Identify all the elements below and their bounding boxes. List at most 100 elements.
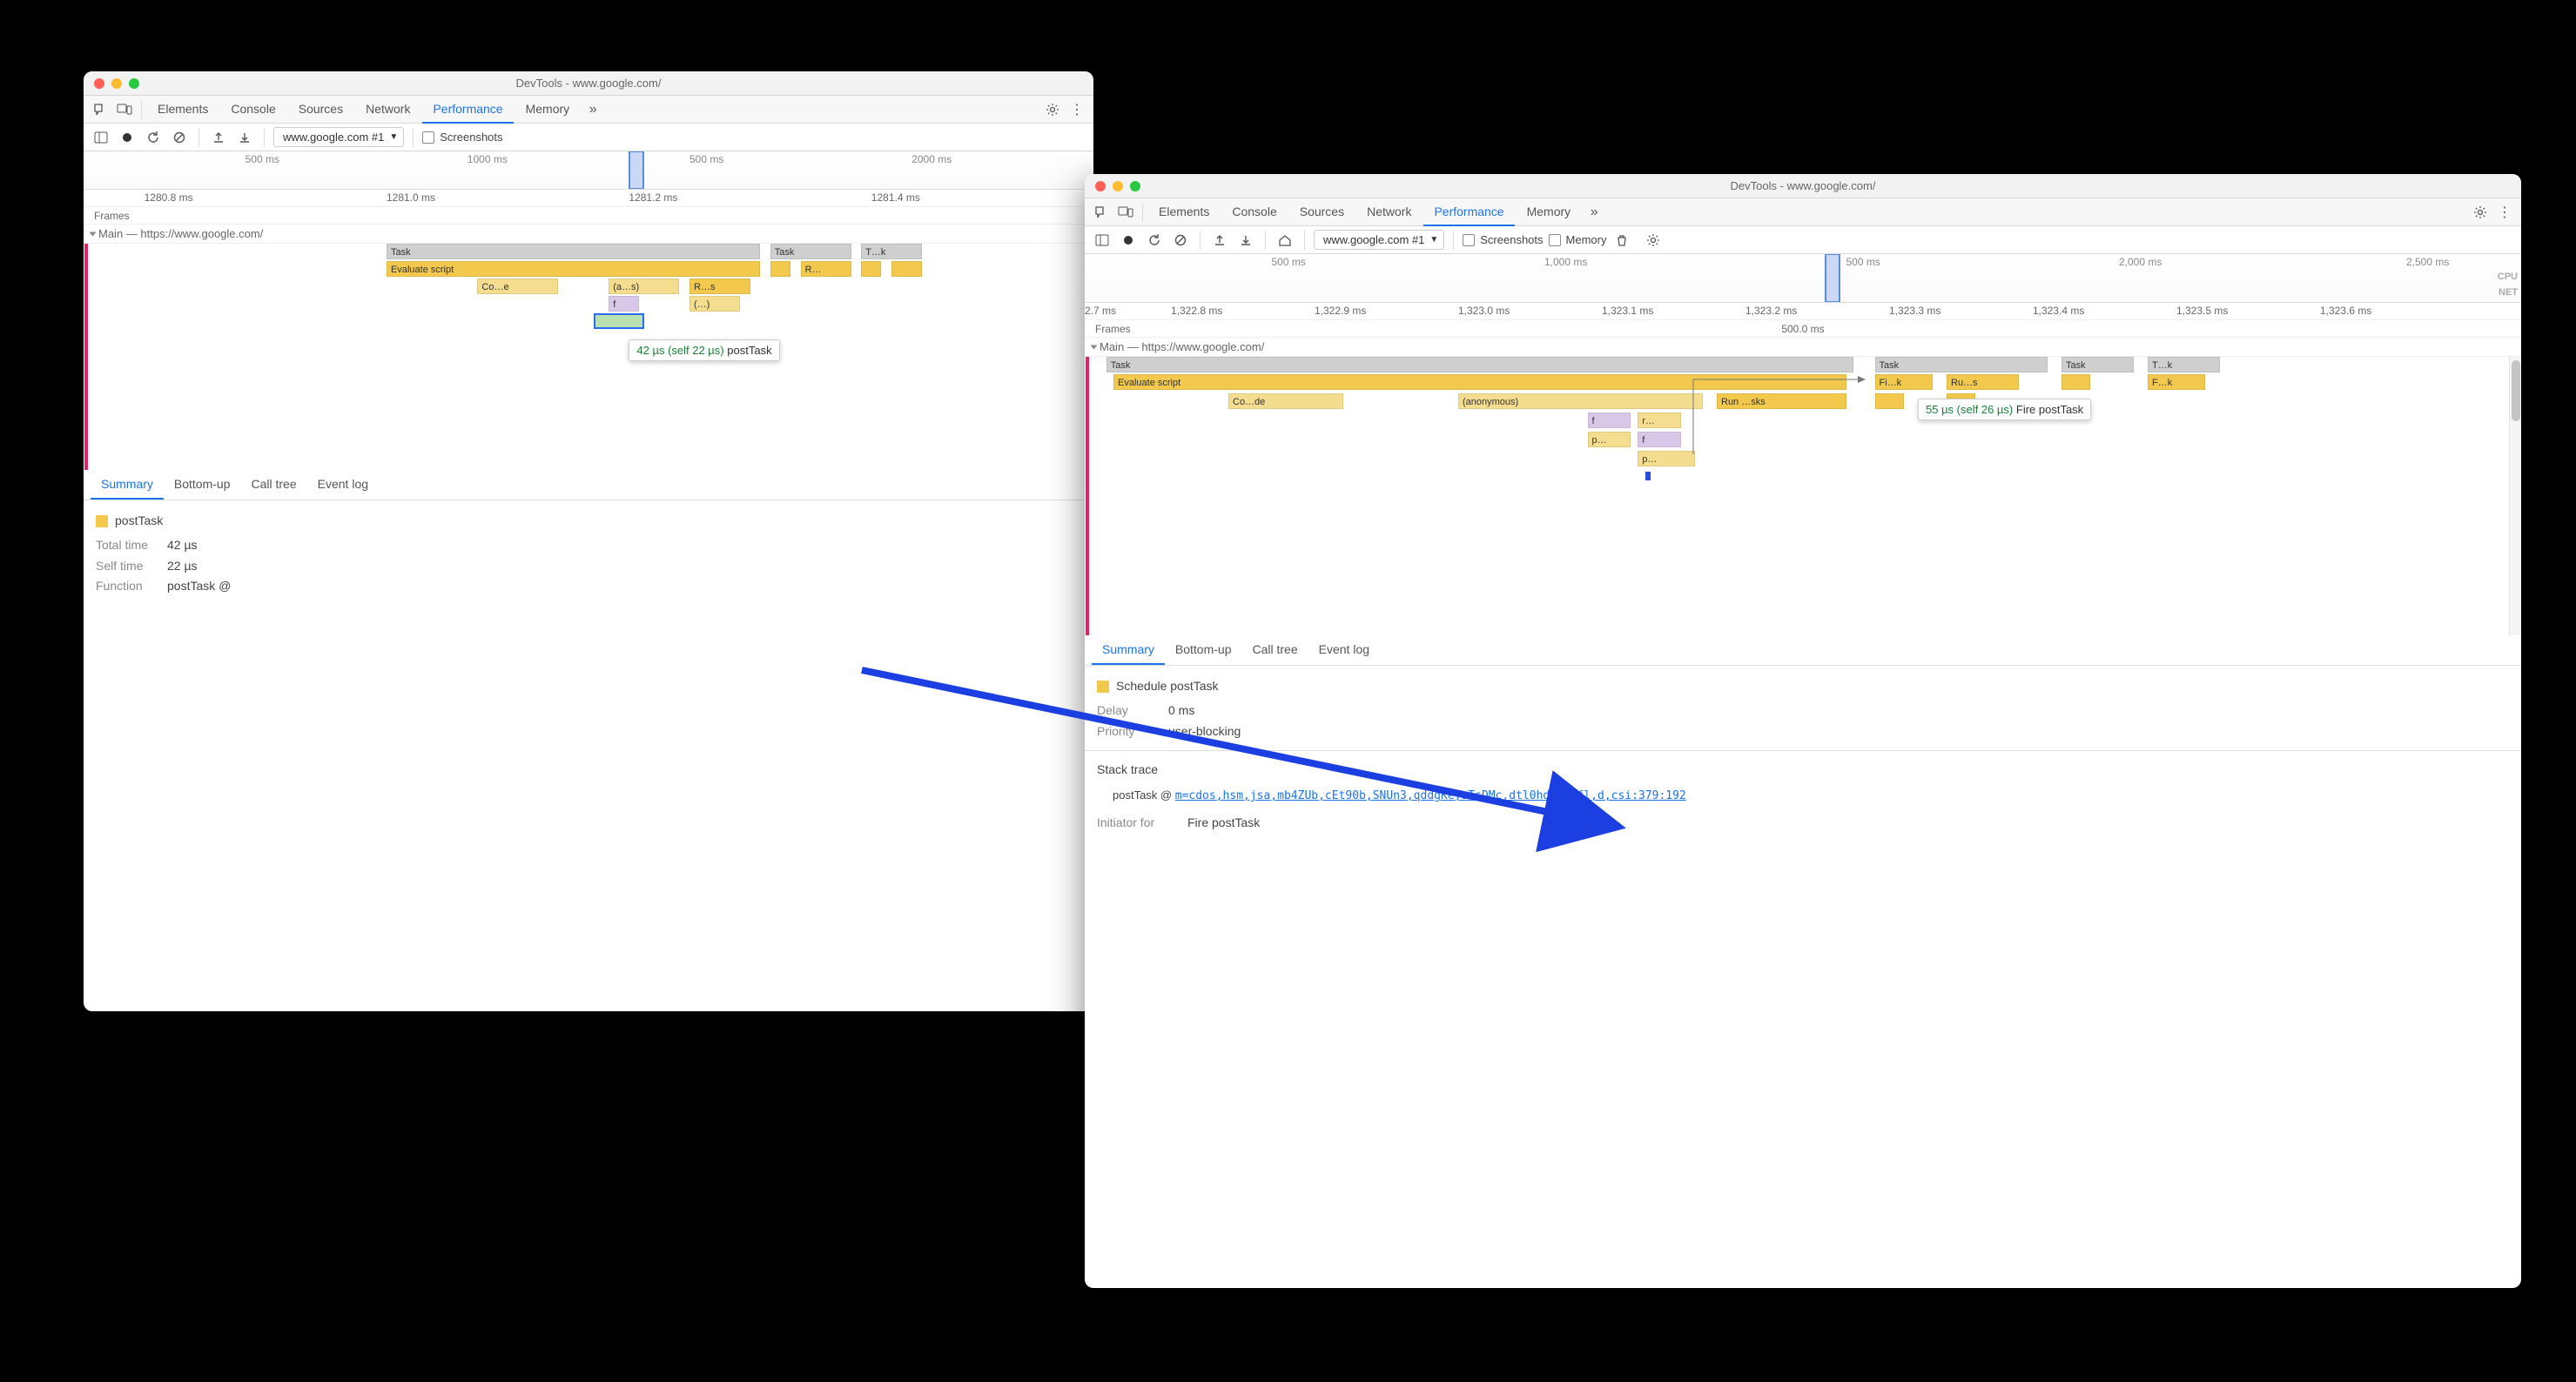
screenshots-checkbox[interactable]: Screenshots [1463,233,1543,246]
flame-bar[interactable]: p… [1588,432,1631,447]
gear-icon[interactable] [1643,230,1664,251]
close-icon[interactable] [94,78,104,89]
overview-ruler[interactable]: 500 ms 1000 ms 500 ms 2000 ms [84,151,1093,190]
flame-bar-selected[interactable] [594,313,644,329]
upload-icon[interactable] [1209,230,1230,251]
toggle-sidebar-icon[interactable] [1092,230,1113,251]
memory-checkbox[interactable]: Memory [1549,233,1607,246]
tab-bottom-up[interactable]: Bottom-up [1165,635,1242,665]
kebab-menu-icon[interactable]: ⋮ [1066,98,1088,121]
disclosure-triangle-icon[interactable] [1091,345,1098,349]
flame-bar-task[interactable]: T…k [861,244,922,259]
flame-chart[interactable]: Task Task Task T…k Evaluate script Fi…k … [1085,357,2521,635]
flame-bar-task[interactable]: Task [387,244,760,259]
tab-bottom-up[interactable]: Bottom-up [164,470,241,500]
flame-bar[interactable]: (…) [689,296,740,312]
time-ruler[interactable]: 1280.8 ms 1281.0 ms 1281.2 ms 1281.4 ms [84,190,1093,207]
flame-bar[interactable]: (anonymous) [1458,393,1703,409]
tab-elements[interactable]: Elements [147,96,219,124]
gear-icon[interactable] [2469,201,2492,224]
zoom-icon[interactable] [1130,181,1140,191]
tab-console[interactable]: Console [1221,198,1287,226]
tab-memory[interactable]: Memory [1517,198,1582,226]
flame-bar-task[interactable]: T…k [2148,357,2220,372]
tab-memory[interactable]: Memory [515,96,581,124]
overview-ruler[interactable]: 500 ms 1,000 ms 500 ms 2,000 ms 2,500 ms… [1085,254,2521,303]
tab-performance[interactable]: Performance [422,96,513,124]
flame-bar[interactable]: (a…s) [609,278,679,294]
stack-trace-link[interactable]: m=cdos,hsm,jsa,mb4ZUb,cEt90b,SNUn3,qddgK… [1175,789,1686,802]
toggle-sidebar-icon[interactable] [91,127,111,148]
flame-bar-task[interactable]: Task [1875,357,2048,372]
record-icon[interactable] [1118,230,1139,251]
trace-select[interactable]: www.google.com #1 ▼ [1314,230,1444,250]
more-tabs-icon[interactable]: » [582,98,604,121]
flame-bar[interactable] [770,261,790,277]
main-track-header[interactable]: Main — https://www.google.com/ [84,225,1093,244]
overview-selection[interactable] [629,151,644,189]
flame-bar[interactable]: f [1588,413,1631,428]
flame-bar-task[interactable]: Task [1106,357,1853,372]
gear-icon[interactable] [1041,98,1064,121]
flame-bar[interactable] [2061,374,2090,390]
flame-bar[interactable]: Co…de [1228,393,1343,409]
frames-row[interactable]: Frames 500.0 ms [1085,320,2521,338]
flame-bar-task[interactable]: Task [2061,357,2134,372]
inspect-icon[interactable] [1090,201,1113,224]
flame-bar[interactable] [891,261,922,277]
tab-console[interactable]: Console [220,96,286,124]
minimize-icon[interactable] [111,78,122,89]
tab-event-log[interactable]: Event log [307,470,379,500]
disclosure-triangle-icon[interactable] [90,231,97,236]
kebab-menu-icon[interactable]: ⋮ [2493,201,2516,224]
flame-bar[interactable]: F…k [2148,374,2205,390]
flame-bar[interactable]: f [1638,432,1681,447]
tab-network[interactable]: Network [1356,198,1422,226]
time-ruler[interactable]: 2.7 ms 1,322.8 ms 1,322.9 ms 1,323.0 ms … [1085,303,2521,320]
minimize-icon[interactable] [1113,181,1123,191]
tab-call-tree[interactable]: Call tree [1242,635,1308,665]
download-icon[interactable] [234,127,255,148]
screenshots-checkbox[interactable]: Screenshots [422,131,502,144]
zoom-icon[interactable] [129,78,139,89]
reload-icon[interactable] [1144,230,1165,251]
reload-icon[interactable] [143,127,164,148]
trace-select[interactable]: www.google.com #1 ▼ [273,127,404,147]
upload-icon[interactable] [208,127,229,148]
more-tabs-icon[interactable]: » [1583,201,1605,224]
titlebar[interactable]: DevTools - www.google.com/ [84,71,1093,96]
home-icon[interactable] [1275,230,1295,251]
inspect-icon[interactable] [89,98,111,121]
device-toolbar-icon[interactable] [113,98,136,121]
record-icon[interactable] [117,127,138,148]
device-toolbar-icon[interactable] [1114,201,1137,224]
tab-sources[interactable]: Sources [1289,198,1355,226]
titlebar[interactable]: DevTools - www.google.com/ [1085,174,2521,198]
main-track-header[interactable]: Main — https://www.google.com/ [1085,338,2521,357]
close-icon[interactable] [1095,181,1106,191]
flame-bar-task[interactable]: Task [770,244,851,259]
flame-bar[interactable]: R…s [689,278,750,294]
scrollbar-thumb[interactable] [2512,360,2520,421]
tab-call-tree[interactable]: Call tree [241,470,307,500]
flame-bar[interactable]: p… [1638,451,1695,466]
flame-bar[interactable]: f [609,296,639,312]
flame-bar[interactable]: R… [801,261,851,277]
flame-bar[interactable] [861,261,881,277]
flame-bar[interactable]: Co…e [477,278,558,294]
clear-icon[interactable] [169,127,190,148]
scrollbar[interactable] [2509,357,2521,635]
flame-chart[interactable]: Task Task T…k Evaluate script R… Co…e (a… [84,244,1093,470]
tab-performance[interactable]: Performance [1423,198,1514,226]
clear-icon[interactable] [1170,230,1191,251]
tab-event-log[interactable]: Event log [1308,635,1380,665]
tab-sources[interactable]: Sources [288,96,353,124]
frames-row[interactable]: Frames [84,207,1093,225]
tab-network[interactable]: Network [355,96,420,124]
flame-bar[interactable]: Ru…s [1947,374,2019,390]
download-icon[interactable] [1235,230,1256,251]
flame-bar-evaluate-script[interactable]: Evaluate script [387,261,760,277]
garbage-collect-icon[interactable] [1611,230,1632,251]
tab-summary[interactable]: Summary [91,470,164,500]
tab-elements[interactable]: Elements [1148,198,1220,226]
